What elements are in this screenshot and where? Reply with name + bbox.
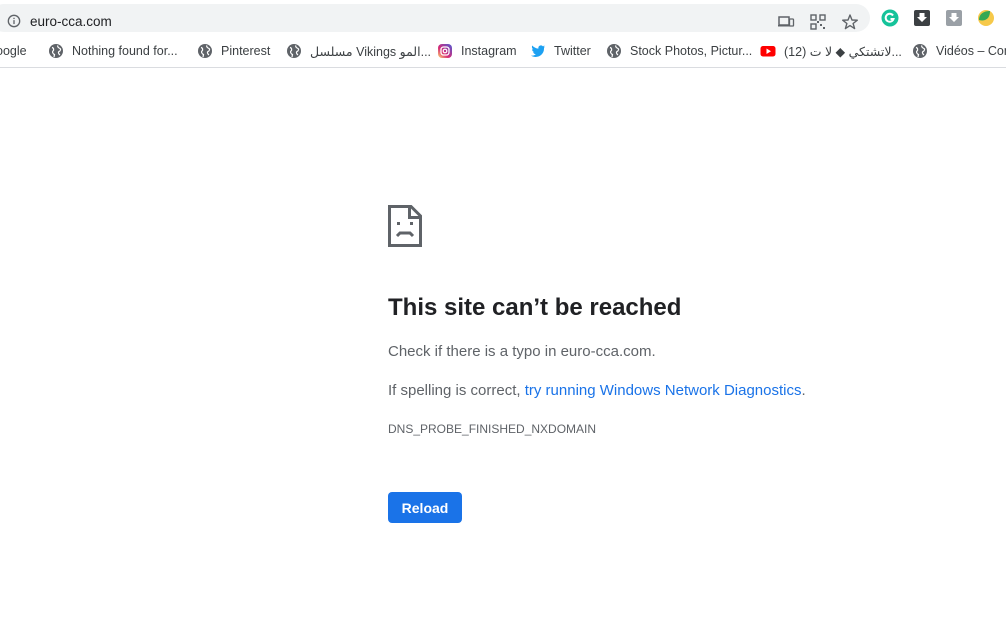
twitter-icon bbox=[531, 45, 545, 57]
typo-hint: Check if there is a typo in euro-cca.com… bbox=[388, 343, 656, 360]
bookmark-vikings[interactable]: مسلسل Vikings المو... bbox=[286, 42, 431, 60]
spelling-hint-prefix: If spelling is correct, bbox=[388, 382, 525, 399]
bookmark-star-icon[interactable] bbox=[841, 13, 859, 31]
spelling-hint: If spelling is correct, try running Wind… bbox=[388, 382, 806, 399]
globe-icon bbox=[198, 44, 212, 58]
bookmark-stock-photos[interactable]: Stock Photos, Pictur... bbox=[606, 42, 752, 60]
globe-icon bbox=[49, 44, 63, 58]
globe-icon bbox=[913, 44, 927, 58]
url-text[interactable]: euro-cca.com bbox=[30, 14, 112, 29]
bookmark-label: Vidéos – Com bbox=[936, 44, 1006, 58]
bookmark-label: Instagram bbox=[461, 44, 517, 58]
qr-code-icon[interactable] bbox=[809, 13, 827, 31]
browser-toolbar: euro-cca.com bbox=[0, 0, 1006, 36]
extension-leaf-icon[interactable] bbox=[976, 8, 996, 28]
sad-page-icon bbox=[388, 205, 422, 247]
bookmarks-bar: oogle Nothing found for... Pinterest مسل… bbox=[0, 36, 1006, 68]
bookmark-instagram[interactable]: Instagram bbox=[437, 42, 517, 60]
instagram-icon bbox=[438, 44, 452, 58]
spelling-hint-suffix: . bbox=[801, 382, 806, 399]
error-code: DNS_PROBE_FINISHED_NXDOMAIN bbox=[388, 422, 597, 436]
site-info-icon[interactable] bbox=[7, 14, 21, 28]
globe-icon bbox=[287, 44, 301, 58]
bookmark-label: Twitter bbox=[554, 44, 591, 58]
bookmark-youtube[interactable]: (12) لاتشتكي ◆ لا ت... bbox=[760, 42, 902, 60]
download-extension-icon[interactable] bbox=[912, 8, 932, 28]
network-diagnostics-link[interactable]: try running Windows Network Diagnostics bbox=[525, 382, 802, 399]
bookmark-pinterest[interactable]: Pinterest bbox=[197, 42, 270, 60]
reload-button[interactable]: Reload bbox=[388, 492, 462, 523]
bookmark-nothing-found[interactable]: Nothing found for... bbox=[48, 42, 178, 60]
bookmark-videos[interactable]: Vidéos – Com bbox=[912, 42, 1006, 60]
download-manager-icon[interactable] bbox=[944, 8, 964, 28]
bookmark-twitter[interactable]: Twitter bbox=[530, 42, 591, 60]
youtube-icon bbox=[760, 46, 776, 57]
globe-icon bbox=[607, 44, 621, 58]
bookmark-label: Stock Photos, Pictur... bbox=[630, 44, 753, 58]
bookmark-label: مسلسل Vikings المو... bbox=[310, 44, 432, 59]
bookmark-label: (12) لاتشتكي ◆ لا ت... bbox=[784, 44, 902, 59]
error-title: This site can’t be reached bbox=[388, 294, 682, 321]
grammarly-icon[interactable] bbox=[880, 8, 900, 28]
bookmark-label: Nothing found for... bbox=[72, 44, 178, 58]
address-bar[interactable]: euro-cca.com bbox=[0, 4, 870, 32]
bookmark-label: Pinterest bbox=[221, 44, 271, 58]
bookmark-google[interactable]: oogle bbox=[0, 42, 27, 60]
send-to-devices-icon[interactable] bbox=[777, 13, 795, 31]
bookmark-label: oogle bbox=[0, 44, 27, 58]
